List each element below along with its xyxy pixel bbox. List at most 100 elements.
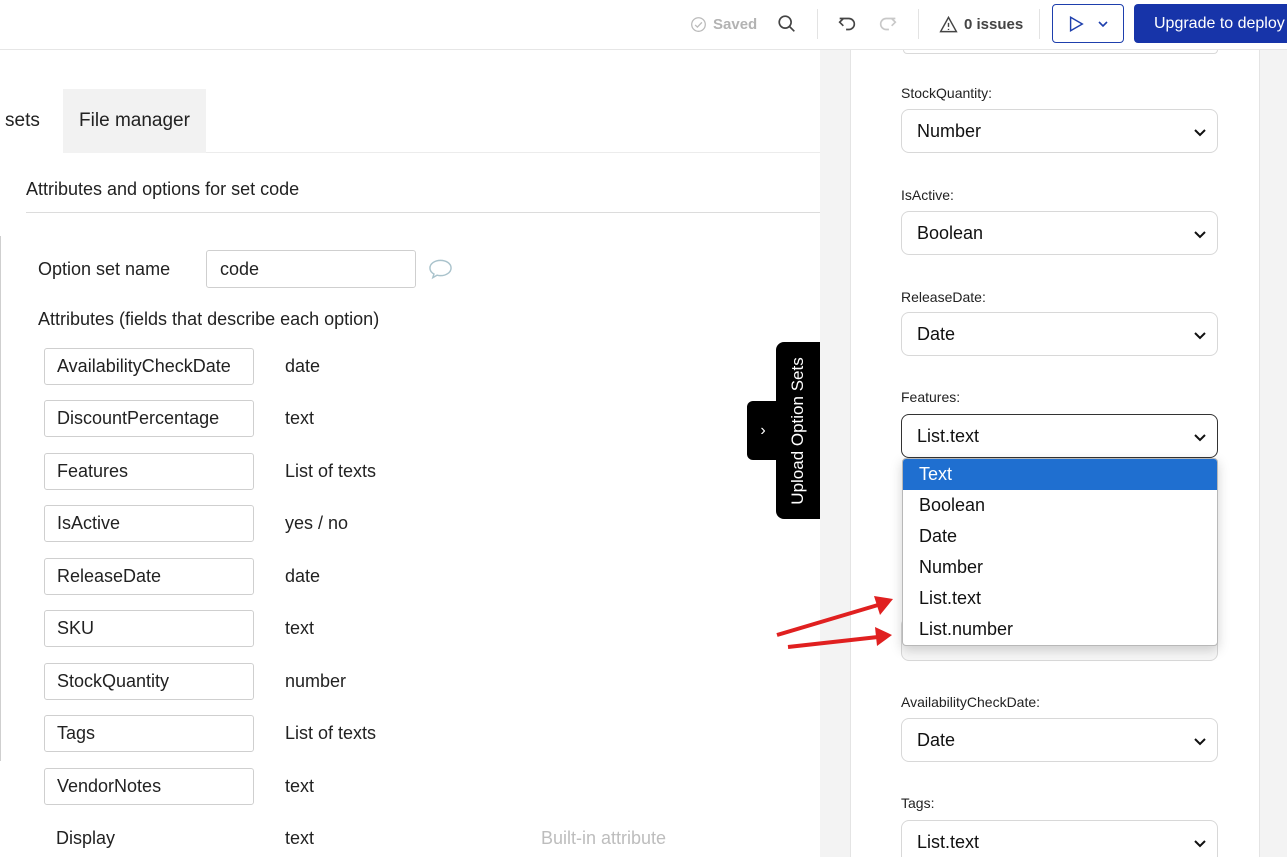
attribute-row: ReleaseDate date — [44, 558, 744, 595]
dropdown-option-date[interactable]: Date — [903, 521, 1217, 552]
chevron-down-icon — [1194, 231, 1206, 239]
attribute-name-input[interactable]: Features — [44, 453, 254, 490]
attribute-type: text — [285, 618, 315, 638]
select-value: Date — [917, 729, 956, 750]
option-set-name-label: Option set name — [38, 259, 171, 279]
field-label-features: Features: — [901, 389, 961, 405]
attribute-type: date — [285, 356, 321, 376]
annotation-arrows — [776, 596, 893, 649]
redo-button[interactable] — [877, 0, 899, 48]
chevron-down-icon — [1194, 332, 1206, 340]
attribute-name-input[interactable]: SKU — [44, 610, 254, 647]
attribute-type: number — [285, 671, 347, 691]
attribute-name-input[interactable]: VendorNotes — [44, 768, 254, 805]
type-dropdown-list: Text Boolean Date Number List.text List.… — [902, 458, 1218, 646]
type-select-isactive[interactable]: Boolean — [901, 211, 1218, 255]
attribute-type: text — [285, 776, 315, 796]
attribute-type: List of texts — [285, 461, 377, 481]
chevron-down-icon — [1194, 738, 1206, 746]
attribute-type: date — [285, 566, 321, 586]
comment-icon[interactable] — [428, 258, 453, 280]
divider — [918, 9, 919, 39]
attribute-row: SKU text — [44, 610, 744, 647]
saved-label: Saved — [713, 15, 758, 33]
divider — [0, 236, 1, 761]
attribute-row: Tags List of texts — [44, 715, 744, 752]
field-label-stockquantity: StockQuantity: — [901, 85, 993, 101]
attribute-row: AvailabilityCheckDate date — [44, 348, 744, 385]
section-title: Attributes and options for set code — [26, 179, 300, 199]
tab-file-manager[interactable]: File manager — [63, 89, 206, 153]
dropdown-option-boolean[interactable]: Boolean — [903, 490, 1217, 521]
attribute-type: text — [285, 828, 315, 848]
saved-status: Saved — [690, 0, 757, 48]
attribute-type: List of texts — [285, 723, 377, 743]
chevron-down-icon — [1194, 129, 1206, 137]
attribute-name-input[interactable]: ReleaseDate — [44, 558, 254, 595]
attribute-row: StockQuantity number — [44, 663, 744, 700]
type-select-stockquantity[interactable]: Number — [901, 109, 1218, 153]
chevron-right-icon: › — [760, 421, 766, 439]
chevron-down-icon — [1194, 434, 1206, 442]
option-set-name-input[interactable]: code — [206, 250, 416, 288]
type-select-tags[interactable]: List.text — [901, 820, 1218, 857]
undo-icon — [838, 17, 856, 31]
top-bar: Saved 0 issues Upgrade to deploy — [0, 0, 1287, 50]
field-label-isactive: IsActive: — [901, 187, 954, 203]
app-root: Saved 0 issues Upgrade to deploy sets Fi… — [0, 0, 1287, 857]
builtin-attribute-note: Built-in attribute — [541, 828, 667, 848]
attribute-row: DiscountPercentage text — [44, 400, 744, 437]
type-select-releasedate[interactable]: Date — [901, 312, 1218, 356]
field-label-releasedate: ReleaseDate: — [901, 289, 986, 305]
attribute-name-input[interactable]: StockQuantity — [44, 663, 254, 700]
collapse-panel-button[interactable]: › — [747, 401, 779, 460]
search-icon — [778, 15, 795, 32]
tab-option-sets[interactable]: sets — [0, 89, 63, 153]
select-value: List.text — [917, 831, 980, 852]
check-circle-icon — [691, 16, 706, 32]
dropdown-option-number[interactable]: Number — [903, 552, 1217, 583]
attribute-name-input[interactable]: DiscountPercentage — [44, 400, 254, 437]
field-label-availabilitycheckdate: AvailabilityCheckDate: — [901, 694, 1041, 710]
select-value: Boolean — [917, 222, 984, 243]
undo-button[interactable] — [836, 0, 858, 48]
dropdown-option-list-number[interactable]: List.number — [903, 614, 1217, 645]
type-select-features[interactable]: List.text — [901, 414, 1218, 458]
dropdown-option-text[interactable]: Text — [903, 459, 1217, 490]
search-button[interactable] — [776, 0, 798, 48]
builtin-attribute-row: Display text Built-in attribute — [44, 820, 744, 857]
divider — [817, 9, 818, 39]
attribute-type: yes / no — [285, 513, 349, 533]
upload-option-sets-tab[interactable]: Upload Option Sets — [776, 342, 820, 519]
attribute-name-input[interactable]: IsActive — [44, 505, 254, 542]
divider — [26, 212, 820, 213]
editor-tabs: sets File manager — [0, 89, 820, 153]
attribute-type: text — [285, 408, 315, 428]
attribute-row: VendorNotes text — [44, 768, 744, 805]
attribute-row: Features List of texts — [44, 453, 744, 490]
select-value: List.text — [917, 425, 980, 446]
annotation-arrow — [776, 603, 879, 637]
previous-select-edge — [903, 50, 1218, 54]
arrow-head-icon — [875, 627, 892, 646]
chevron-down-icon — [1194, 840, 1206, 848]
issues-label: 0 issues — [964, 15, 1024, 33]
attribute-name-input[interactable]: AvailabilityCheckDate — [44, 348, 254, 385]
upload-option-sets-label: Upload Option Sets — [788, 356, 807, 505]
play-icon — [1069, 15, 1084, 32]
upgrade-button[interactable]: Upgrade to deploy — [1134, 4, 1287, 43]
attributes-label: Attributes (fields that describe each op… — [38, 309, 380, 329]
type-select-availabilitycheckdate[interactable]: Date — [901, 718, 1218, 762]
warning-icon — [939, 15, 958, 32]
builtin-attribute-name: Display — [44, 820, 254, 857]
run-preview-button[interactable] — [1052, 4, 1124, 43]
dropdown-option-list-text[interactable]: List.text — [903, 583, 1217, 614]
issues-button[interactable]: 0 issues — [939, 0, 1023, 48]
divider — [1039, 9, 1040, 39]
redo-icon — [879, 17, 897, 31]
attribute-row: IsActive yes / no — [44, 505, 744, 542]
annotation-arrow — [787, 635, 879, 649]
select-value: Number — [917, 120, 982, 141]
select-value: Date — [917, 323, 956, 344]
attribute-name-input[interactable]: Tags — [44, 715, 254, 752]
